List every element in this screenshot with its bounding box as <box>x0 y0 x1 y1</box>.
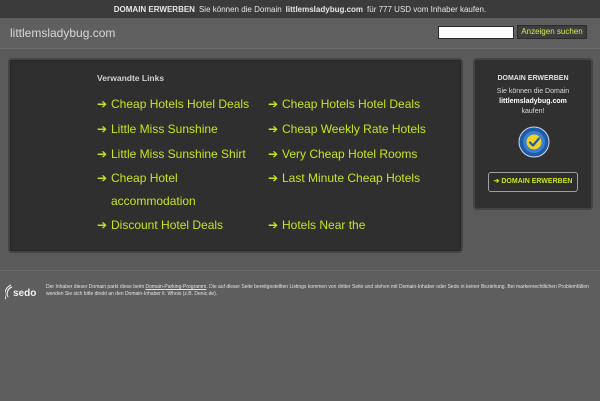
top-banner: DOMAIN ERWERBEN Sie können die Domain li… <box>0 0 600 18</box>
domain-purchase-panel: DOMAIN ERWERBEN Sie können die Domain li… <box>473 58 593 210</box>
banner-domain[interactable]: littlemsladybug.com <box>286 5 363 14</box>
related-links-panel: Verwandte Links ➔ Cheap Hotels Hotel Deal… <box>8 58 463 253</box>
domain-panel-title: DOMAIN ERWERBEN <box>497 75 569 82</box>
banner-label: DOMAIN ERWERBEN <box>113 4 195 14</box>
arrow-right-icon: ➔ <box>97 122 108 136</box>
related-link[interactable]: ➔ Cheap Hotel <box>97 167 178 190</box>
footer: sedo Der Inhaber dieser Domain parkt die… <box>0 270 600 401</box>
banner-text-after: für 777 USD vom Inhaber kaufen. <box>367 4 487 14</box>
arrow-right-icon: ➔ <box>97 97 108 111</box>
main-content: Verwandte Links ➔ Cheap Hotels Hotel Deal… <box>0 49 600 266</box>
related-link[interactable]: ➔ Hotels Near the <box>268 214 365 237</box>
arrow-right-icon: ➔ <box>268 97 279 111</box>
related-link[interactable]: ➔ Little Miss Sunshine Shirt <box>97 143 246 166</box>
arrow-right-icon: ➔ <box>268 218 279 232</box>
trust-seal-icon <box>518 126 550 158</box>
related-link[interactable]: ➔ Cheap Hotels Hotel Deals <box>97 93 249 116</box>
related-link[interactable]: ➔ Discount Hotel Deals <box>97 214 223 237</box>
arrow-right-icon: ➔ <box>97 171 108 185</box>
sedo-logo[interactable]: sedo <box>5 284 43 302</box>
related-link[interactable]: ➔ Very Cheap Hotel Rooms <box>268 143 417 166</box>
related-link[interactable]: ➔ Little Miss Sunshine <box>97 118 218 141</box>
arrow-right-icon: ➔ <box>268 171 279 185</box>
arrow-right-icon: ➔ <box>268 147 279 161</box>
svg-text:sedo: sedo <box>13 288 36 299</box>
search-button[interactable]: Anzeigen suchen <box>517 25 587 39</box>
site-title[interactable]: littlemsladybug.com <box>10 26 115 40</box>
domain-panel-domain: littlemsladybug.com <box>499 98 567 105</box>
buy-domain-button[interactable]: ➔ DOMAIN ERWERBEN <box>488 172 578 192</box>
parking-program-link[interactable]: Domain-Parking-Programm <box>146 284 207 290</box>
arrow-right-icon: ➔ <box>268 122 279 136</box>
links-heading: Verwandte Links <box>97 73 165 83</box>
banner-text: Sie können die Domain <box>198 4 282 14</box>
arrow-right-icon: ➔ <box>97 218 108 232</box>
related-link-continued[interactable]: accommodation <box>111 190 196 213</box>
header: littlemsladybug.com Anzeigen suchen <box>0 18 600 49</box>
domain-panel-text: Sie können die Domain littlemsladybug.co… <box>475 87 591 117</box>
related-link[interactable]: ➔ Last Minute Cheap Hotels <box>268 167 420 190</box>
search-input[interactable] <box>438 26 514 39</box>
footer-disclaimer: Der Inhaber dieser Domain parkt diese be… <box>46 284 589 297</box>
related-link[interactable]: ➔ Cheap Weekly Rate Hotels <box>268 118 426 141</box>
related-link[interactable]: ➔ Cheap Hotels Hotel Deals <box>268 93 420 116</box>
arrow-right-icon: ➔ <box>97 147 108 161</box>
